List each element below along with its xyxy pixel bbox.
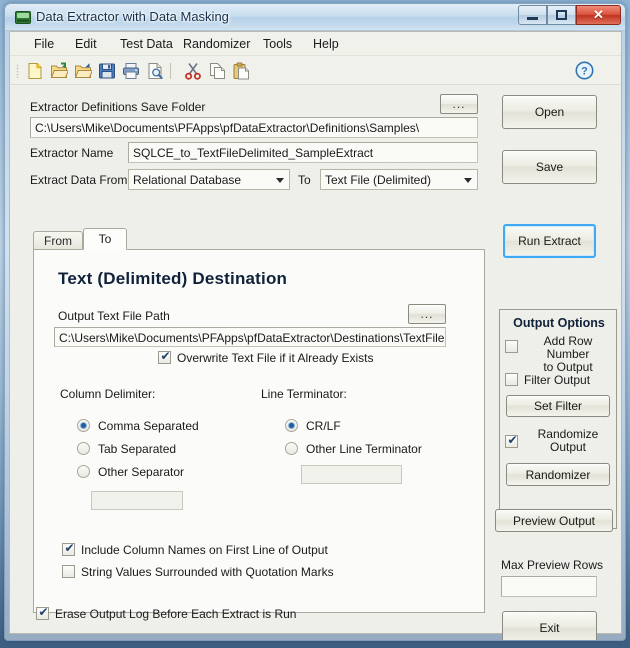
tab-from[interactable]: From: [33, 231, 83, 250]
line-terminator-label: Line Terminator:: [261, 387, 347, 401]
radio-tab-separated-label: Tab Separated: [98, 442, 177, 456]
output-options-title: Output Options: [513, 316, 605, 330]
radio-other-line-terminator[interactable]: [285, 442, 298, 455]
menu-item-edit[interactable]: Edit: [70, 36, 102, 52]
radio-crlf[interactable]: [285, 419, 298, 432]
to-value: Text File (Delimited): [325, 173, 432, 187]
filter-output-label: Filter Output: [524, 373, 591, 387]
preview-output-button[interactable]: Preview Output: [495, 509, 613, 532]
paste-icon[interactable]: [232, 62, 250, 80]
output-path-input[interactable]: C:\Users\Mike\Documents\PFApps\pfDataExt…: [54, 327, 446, 347]
add-row-number-label: Add Row Number to Output: [543, 334, 593, 374]
to-label: To: [298, 173, 311, 187]
radio-comma-separated[interactable]: [77, 419, 90, 432]
set-filter-button[interactable]: Set Filter: [506, 395, 610, 417]
overwrite-label: Overwrite Text File if it Already Exists: [177, 351, 374, 365]
save-disk-icon[interactable]: [98, 62, 116, 80]
include-column-names-label: Include Column Names on First Line of Ou…: [81, 543, 328, 557]
extract-from-select[interactable]: Relational Database: [128, 169, 290, 190]
chevron-down-icon: [464, 177, 472, 183]
application-window: Data Extractor with Data Masking ✕ File …: [4, 3, 626, 641]
new-document-icon[interactable]: [26, 62, 44, 80]
radio-other-separator[interactable]: [77, 465, 90, 478]
print-preview-icon[interactable]: [146, 62, 164, 80]
app-database-icon: [15, 11, 31, 24]
menu-item-randomizer[interactable]: Randomizer: [178, 36, 255, 52]
destination-panel: Text (Delimited) Destination Output Text…: [33, 249, 485, 613]
erase-output-log-checkbox[interactable]: [36, 605, 50, 620]
close-button[interactable]: ✕: [576, 5, 621, 25]
tab-strip: From To: [33, 228, 485, 250]
save-folder-browse-button[interactable]: ...: [440, 94, 478, 114]
extract-from-value: Relational Database: [133, 173, 242, 187]
randomize-output-checkbox[interactable]: [505, 433, 519, 448]
menu-bar: File Edit Test Data Randomizer Tools Hel…: [10, 32, 621, 56]
quote-strings-label: String Values Surrounded with Quotation …: [81, 565, 334, 579]
quote-strings-checkbox[interactable]: [62, 565, 75, 578]
run-extract-button[interactable]: Run Extract: [503, 224, 596, 258]
radio-comma-separated-label: Comma Separated: [98, 419, 199, 433]
extractor-name-label: Extractor Name: [30, 146, 114, 160]
client-area: File Edit Test Data Randomizer Tools Hel…: [9, 31, 622, 640]
window-title: Data Extractor with Data Masking: [36, 9, 229, 24]
toolbar-separator: [170, 63, 171, 79]
menu-item-tools[interactable]: Tools: [258, 36, 297, 52]
toolbar-grip[interactable]: [16, 64, 19, 78]
include-column-names-checkbox[interactable]: [62, 541, 76, 556]
title-bar[interactable]: Data Extractor with Data Masking ✕: [5, 4, 625, 31]
open-button[interactable]: Open: [502, 95, 597, 129]
open-folder-icon[interactable]: [50, 62, 68, 80]
svg-text:?: ?: [581, 66, 588, 78]
erase-output-log-label: Erase Output Log Before Each Extract is …: [55, 607, 297, 621]
tab-to[interactable]: To: [83, 228, 127, 250]
add-row-number-checkbox[interactable]: [505, 340, 518, 353]
save-folder-input[interactable]: C:\Users\Mike\Documents\PFApps\pfDataExt…: [30, 117, 478, 138]
max-preview-rows-label: Max Preview Rows: [501, 558, 604, 572]
save-as-folder-icon[interactable]: [74, 62, 92, 80]
menu-item-help[interactable]: Help: [308, 36, 344, 52]
help-question-icon[interactable]: ?: [575, 61, 594, 80]
chevron-down-icon: [276, 177, 284, 183]
radio-tab-separated[interactable]: [77, 442, 90, 455]
randomizer-button[interactable]: Randomizer: [506, 463, 610, 486]
output-path-label: Output Text File Path: [58, 309, 170, 323]
other-separator-input[interactable]: [91, 491, 183, 510]
to-select[interactable]: Text File (Delimited): [320, 169, 478, 190]
menu-item-test-data[interactable]: Test Data: [115, 36, 178, 52]
radio-other-separator-label: Other Separator: [98, 465, 185, 479]
print-icon[interactable]: [122, 62, 140, 80]
copy-icon[interactable]: [208, 62, 226, 80]
close-icon: ✕: [593, 7, 604, 22]
radio-crlf-label: CR/LF: [306, 419, 341, 433]
save-button[interactable]: Save: [502, 150, 597, 184]
radio-other-line-terminator-label: Other Line Terminator: [306, 442, 422, 456]
overwrite-checkbox[interactable]: [158, 349, 172, 364]
panel-title: Text (Delimited) Destination: [58, 269, 288, 288]
save-folder-label: Extractor Definitions Save Folder: [30, 100, 206, 114]
extractor-name-input[interactable]: SQLCE_to_TextFileDelimited_SampleExtract: [128, 142, 478, 163]
maximize-button[interactable]: [547, 5, 576, 25]
max-preview-rows-input[interactable]: [501, 576, 597, 597]
other-line-terminator-input[interactable]: [301, 465, 402, 484]
output-path-browse-button[interactable]: ...: [408, 304, 446, 324]
minimize-button[interactable]: [518, 5, 547, 25]
filter-output-checkbox[interactable]: [505, 373, 518, 386]
toolbar: ?: [10, 56, 621, 85]
column-delimiter-label: Column Delimiter:: [60, 387, 156, 401]
cut-scissors-icon[interactable]: [184, 62, 202, 80]
exit-button[interactable]: Exit: [502, 611, 597, 640]
extract-from-label: Extract Data From: [30, 173, 128, 187]
menu-item-file[interactable]: File: [29, 36, 59, 52]
randomize-output-label: Randomize Output: [537, 427, 599, 454]
